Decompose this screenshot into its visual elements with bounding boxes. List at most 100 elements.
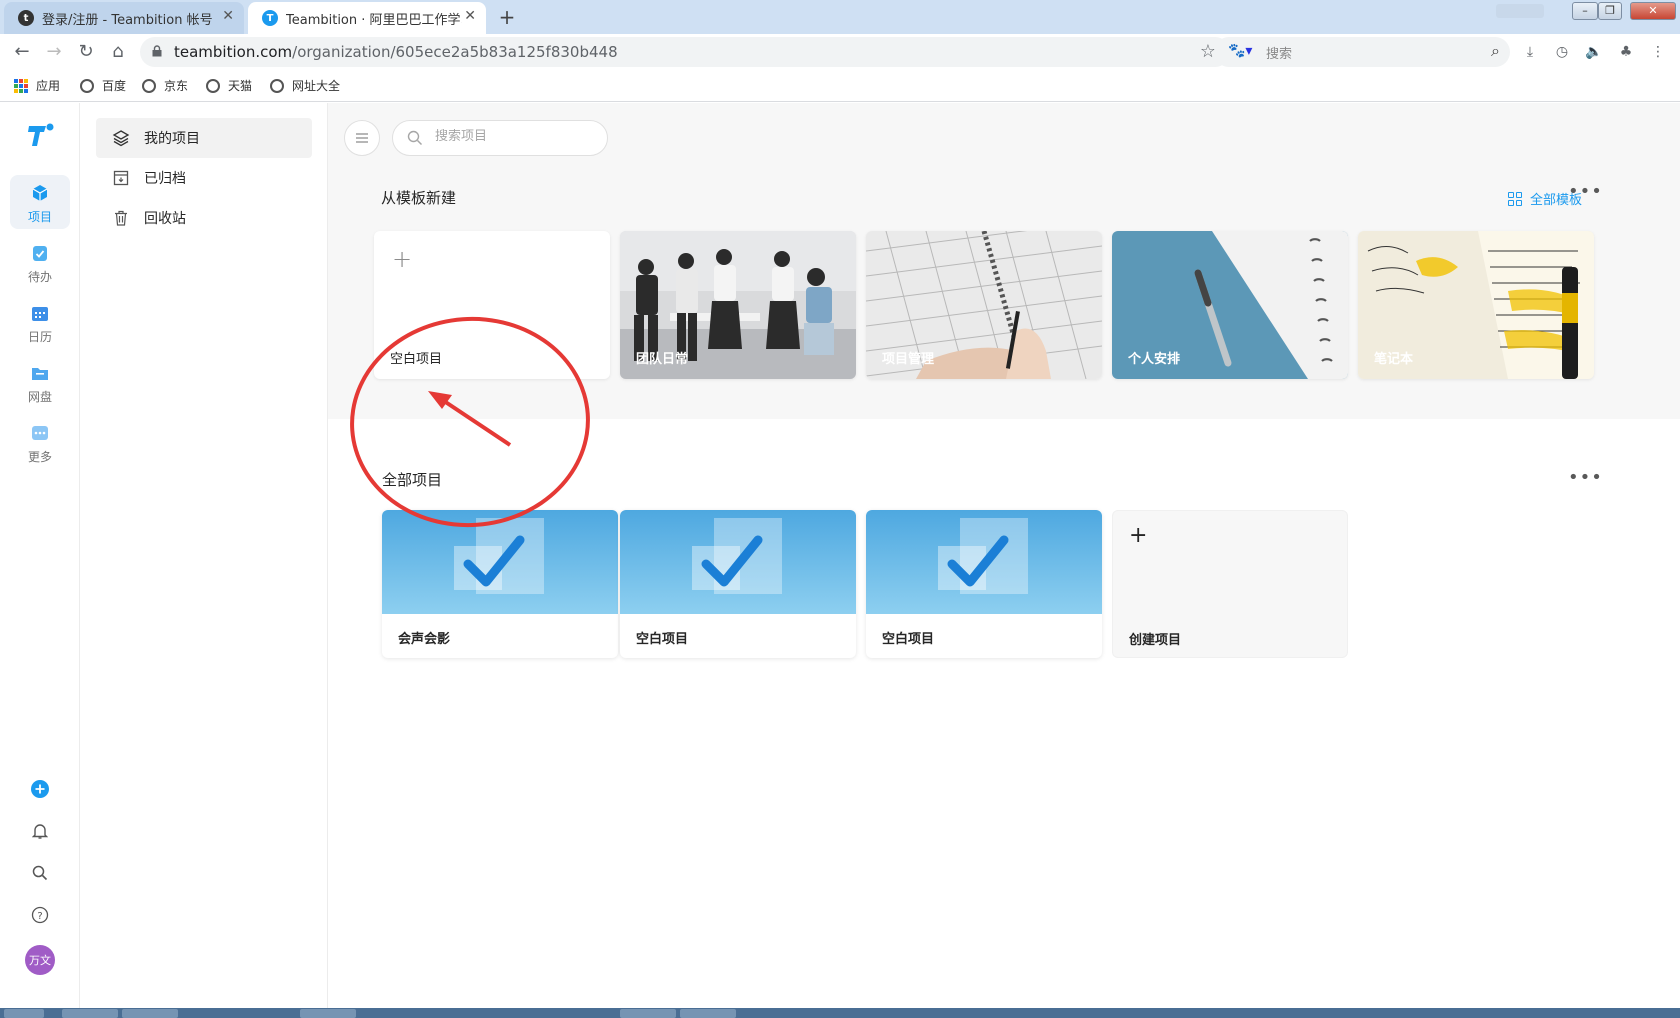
- avatar[interactable]: 万文: [25, 945, 55, 975]
- browser-tab-teambition[interactable]: T Teambition · 阿里巴巴工作学习 ✕: [248, 2, 486, 34]
- template-label: 空白项目: [390, 352, 443, 367]
- template-card-project-management[interactable]: 项目管理: [866, 231, 1102, 379]
- back-button[interactable]: ←: [10, 40, 34, 64]
- volume-icon[interactable]: 🔈: [1584, 42, 1604, 62]
- close-tab-icon[interactable]: ✕: [464, 8, 476, 24]
- template-label: 项目管理: [882, 352, 935, 367]
- url-text: teambition.com/organization/605ece2a5b83…: [174, 43, 618, 61]
- projects-more-icon[interactable]: •••: [1568, 467, 1603, 488]
- project-search-box[interactable]: [392, 120, 608, 156]
- bookmark-apps[interactable]: 应用: [14, 77, 60, 94]
- project-card[interactable]: 空白项目: [620, 510, 856, 658]
- bookmark-label: 应用: [36, 79, 61, 93]
- plus-icon: +: [1129, 523, 1148, 548]
- window-info: [1496, 4, 1544, 18]
- sidebar-item-label: 已归档: [144, 171, 186, 187]
- extension-icon[interactable]: ♣: [1616, 42, 1636, 62]
- rail-item-todo[interactable]: 待办: [10, 235, 70, 289]
- browser-menu-icon[interactable]: ⋮: [1648, 42, 1668, 62]
- templates-more-icon[interactable]: •••: [1568, 181, 1603, 202]
- browser-tab-login[interactable]: t 登录/注册 - Teambition 帐号 ✕: [4, 2, 244, 34]
- project-search-input[interactable]: [435, 129, 595, 144]
- rail-nav: 项目 待办 日历 网盘 更多 ? 万文: [0, 103, 80, 1011]
- os-taskbar: [0, 1008, 1680, 1018]
- archive-icon: [112, 169, 130, 187]
- project-card[interactable]: 空白项目: [866, 510, 1102, 658]
- taskbar-item[interactable]: [4, 1009, 44, 1018]
- sidebar-item-trash[interactable]: 回收站: [96, 198, 312, 238]
- baidu-paw-icon[interactable]: 🐾▾: [1228, 43, 1252, 59]
- bookmark-label: 百度: [102, 79, 127, 93]
- grid-icon: [1508, 191, 1522, 206]
- bookmark-jd[interactable]: 京东: [142, 77, 188, 94]
- tab-title: 登录/注册 - Teambition 帐号: [42, 12, 213, 28]
- more-icon: [32, 426, 48, 440]
- download-icon[interactable]: ⤓: [1520, 42, 1540, 62]
- bookmark-tmall[interactable]: 天猫: [206, 77, 252, 94]
- browser-search-box[interactable]: 🐾▾ 搜索 ⌕: [1214, 37, 1510, 67]
- rail-item-drive[interactable]: 网盘: [10, 355, 70, 409]
- trash-icon: [112, 209, 130, 227]
- template-card-notebook[interactable]: 笔记本: [1358, 231, 1594, 379]
- svg-text:?: ?: [37, 911, 42, 922]
- close-tab-icon[interactable]: ✕: [222, 8, 234, 24]
- lock-icon: [152, 45, 162, 57]
- bookmarks-bar: 应用 百度 京东 天猫 网址大全: [0, 70, 1680, 102]
- url-host: teambition.com: [174, 43, 293, 61]
- template-card-blank[interactable]: + 空白项目: [374, 231, 610, 379]
- rail-label: 更多: [27, 450, 52, 464]
- project-cover: [382, 510, 618, 614]
- history-icon[interactable]: ◷: [1552, 42, 1572, 62]
- menu-toggle-button[interactable]: [344, 120, 380, 156]
- hamburger-icon: [356, 133, 368, 143]
- maximize-button[interactable]: ❐: [1598, 2, 1622, 20]
- teambition-logo[interactable]: [26, 121, 54, 149]
- search-icon[interactable]: ⌕: [1491, 41, 1500, 61]
- projects-title: 全部项目: [382, 471, 443, 489]
- calendar-icon: [32, 307, 48, 321]
- project-card[interactable]: 会声会影: [382, 510, 618, 658]
- project-label: 会声会影: [398, 632, 451, 647]
- sidebar-item-label: 回收站: [144, 211, 186, 227]
- rail-item-more[interactable]: 更多: [10, 415, 70, 469]
- rail-item-projects[interactable]: 项目: [10, 175, 70, 229]
- add-icon[interactable]: [28, 777, 52, 801]
- template-card-personal-schedule[interactable]: 个人安排: [1112, 231, 1348, 379]
- cube-icon: [32, 185, 48, 201]
- search-icon[interactable]: [28, 861, 52, 885]
- close-window-button[interactable]: ✕: [1630, 2, 1676, 20]
- sidebar-item-my-projects[interactable]: 我的项目: [96, 118, 312, 158]
- checkbox-icon: [454, 518, 544, 594]
- address-bar[interactable]: teambition.com/organization/605ece2a5b83…: [140, 37, 1230, 67]
- plus-icon: +: [392, 245, 413, 273]
- layers-icon: [112, 129, 130, 147]
- taskbar-item[interactable]: [620, 1009, 676, 1018]
- reload-button[interactable]: ↻: [74, 40, 98, 64]
- rail-item-calendar[interactable]: 日历: [10, 295, 70, 349]
- templates-area: 从模板新建 全部模板 ••• + 空白项目: [328, 103, 1680, 419]
- bookmark-baidu[interactable]: 百度: [80, 77, 126, 94]
- bookmark-hao123[interactable]: 网址大全: [270, 77, 340, 94]
- globe-icon: [206, 78, 220, 93]
- sidebar-item-archived[interactable]: 已归档: [96, 158, 312, 198]
- rail-label: 网盘: [27, 390, 52, 404]
- create-project-card[interactable]: + 创建项目: [1112, 510, 1348, 658]
- taskbar-item[interactable]: [680, 1009, 736, 1018]
- template-card-team-daily[interactable]: 团队日常: [620, 231, 856, 379]
- rail-label: 待办: [27, 270, 52, 284]
- home-button[interactable]: ⌂: [106, 40, 130, 64]
- new-tab-button[interactable]: +: [494, 5, 520, 31]
- forward-button[interactable]: →: [42, 40, 66, 64]
- bookmark-label: 网址大全: [292, 79, 341, 93]
- template-label: 个人安排: [1128, 352, 1181, 367]
- browser-toolbar: ← → ↻ ⌂ teambition.com/organization/605e…: [0, 34, 1680, 70]
- help-icon[interactable]: ?: [28, 903, 52, 927]
- taskbar-item[interactable]: [300, 1009, 356, 1018]
- minimize-button[interactable]: –: [1572, 2, 1598, 20]
- template-label: 笔记本: [1374, 352, 1414, 367]
- taskbar-item[interactable]: [122, 1009, 178, 1018]
- project-cover: [620, 510, 856, 614]
- taskbar-item[interactable]: [62, 1009, 118, 1018]
- bell-icon[interactable]: [28, 819, 52, 843]
- folder-icon: [32, 368, 48, 380]
